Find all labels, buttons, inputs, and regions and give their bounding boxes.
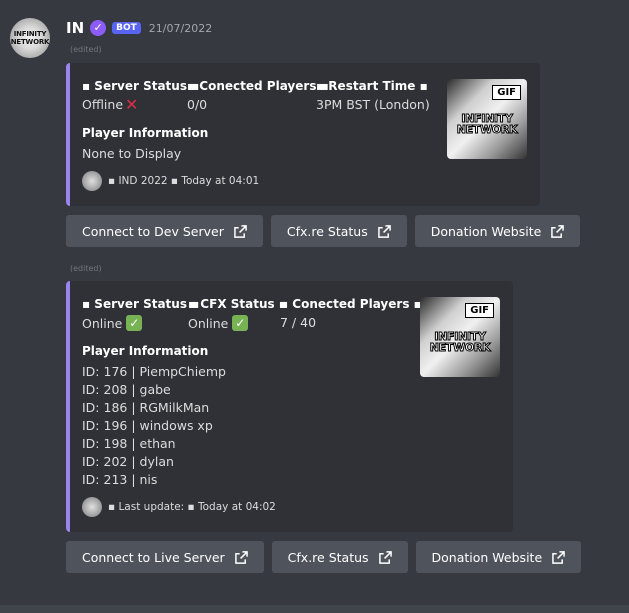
author-name[interactable]: IN <box>66 19 84 37</box>
external-link-icon <box>551 224 565 238</box>
field-name: ▪ Conected Players ▪ <box>187 79 329 93</box>
edited-label: (edited) <box>70 264 102 273</box>
donation-website-button[interactable]: Donation Website <box>414 215 581 247</box>
list-item: ID: 208 | gabe <box>82 382 171 397</box>
footer-icon <box>82 497 102 517</box>
list-item: ID: 186 | RGMilkMan <box>82 400 210 415</box>
cfx-status-button[interactable]: Cfx.re Status <box>270 215 407 247</box>
embed-thumbnail[interactable]: GIF INFINITY NETWORK <box>447 79 527 159</box>
field-value: 0/0 <box>187 97 208 112</box>
external-link-icon <box>378 550 392 564</box>
message-header: IN ✓ BOT 21/07/2022 <box>66 18 212 38</box>
field-name: ▪ Conected Players ▪ <box>280 297 422 311</box>
bot-tag: BOT <box>112 22 141 34</box>
gif-badge: GIF <box>492 85 521 100</box>
field-name: ▪ Restart Time ▪ <box>316 79 428 93</box>
player-info-title: Player Information <box>82 344 209 358</box>
message-timestamp: 21/07/2022 <box>148 21 213 35</box>
thumbnail-logo-text: INFINITY NETWORK <box>456 112 518 136</box>
list-item: ID: 196 | windows xp <box>82 418 213 433</box>
list-item: None to Display <box>82 146 182 161</box>
embed-footer: ▪ Last update: ▪ Today at 04:02 <box>82 497 276 517</box>
player-info-list: ID: 176 | PiempChiemp ID: 208 | gabe ID:… <box>82 363 226 489</box>
list-item: ID: 202 | dylan <box>82 454 174 469</box>
cfx-status-button[interactable]: Cfx.re Status <box>271 541 408 573</box>
external-link-icon <box>234 550 248 564</box>
field-value: Online ✓ <box>82 315 188 331</box>
field-value: Online ✓ <box>188 315 280 331</box>
field-name: ▪ Server Status ▪ <box>82 79 200 93</box>
external-link-icon <box>552 550 565 564</box>
avatar-logo-text: INFINITY NETWORK <box>10 30 50 46</box>
external-link-icon <box>377 224 391 238</box>
connect-dev-server-button[interactable]: Connect to Dev Server <box>66 215 263 247</box>
check-mark-icon: ✓ <box>126 315 143 331</box>
field-name: ▪ CFX Status ▪ <box>188 297 287 311</box>
embed-field: ▪ Conected Players ▪ 7 / 40 <box>280 297 422 331</box>
donation-website-button[interactable]: Donation Website <box>415 541 582 573</box>
edited-label: (edited) <box>70 45 102 54</box>
embed-field: ▪ Server Status ▪ Online ✓ <box>82 297 200 331</box>
field-name: ▪ Server Status ▪ <box>82 297 200 311</box>
player-info-title: Player Information <box>82 126 209 140</box>
list-item: ID: 198 | ethan <box>82 436 176 451</box>
footer-text: ▪ IND 2022 ▪ Today at 04:01 <box>108 175 260 187</box>
embed-field: ▪ Server Status ▪ Offline ✕ <box>82 79 200 114</box>
list-item: ID: 213 | nis <box>82 472 158 487</box>
message-input-bar[interactable] <box>0 605 629 613</box>
embed-fields: ▪ Server Status ▪ Online ✓ ▪ CFX Status … <box>82 297 422 331</box>
link-buttons: Connect to Dev Server Cfx.re Status Dona… <box>66 215 581 247</box>
link-buttons: Connect to Live Server Cfx.re Status Don… <box>66 541 582 573</box>
embed-field: ▪ Conected Players ▪ 0/0 <box>187 79 329 112</box>
field-value: 7 / 40 <box>280 315 317 330</box>
player-info-list: None to Display <box>82 145 181 163</box>
list-item: ID: 176 | PiempChiemp <box>82 364 226 379</box>
embed-field: ▪ CFX Status ▪ Online ✓ <box>188 297 287 331</box>
connect-live-server-button[interactable]: Connect to Live Server <box>66 541 264 573</box>
embed-fields: ▪ Server Status ▪ Offline ✕ ▪ Conected P… <box>82 79 430 112</box>
footer-text: ▪ Last update: ▪ Today at 04:02 <box>108 501 276 513</box>
field-value: 3PM BST (London) <box>316 97 430 112</box>
gif-badge: GIF <box>465 303 494 318</box>
footer-icon <box>82 171 102 191</box>
external-link-icon <box>234 224 247 238</box>
embed-footer: ▪ IND 2022 ▪ Today at 04:01 <box>82 171 259 191</box>
verified-check-icon: ✓ <box>90 20 107 36</box>
check-mark-icon: ✓ <box>232 315 249 331</box>
bot-avatar[interactable]: INFINITY NETWORK <box>10 18 50 58</box>
field-value: Offline ✕ <box>82 94 139 114</box>
thumbnail-logo-text: INFINITY NETWORK <box>429 330 491 354</box>
server-status-embed: ▪ Server Status ▪ Online ✓ ▪ CFX Status … <box>66 281 513 532</box>
server-status-embed: ▪ Server Status ▪ Offline ✕ ▪ Conected P… <box>66 63 540 206</box>
embed-thumbnail[interactable]: GIF INFINITY NETWORK <box>420 297 500 377</box>
cross-mark-icon: ✕ <box>125 94 139 114</box>
embed-field: ▪ Restart Time ▪ 3PM BST (London) <box>316 79 430 112</box>
